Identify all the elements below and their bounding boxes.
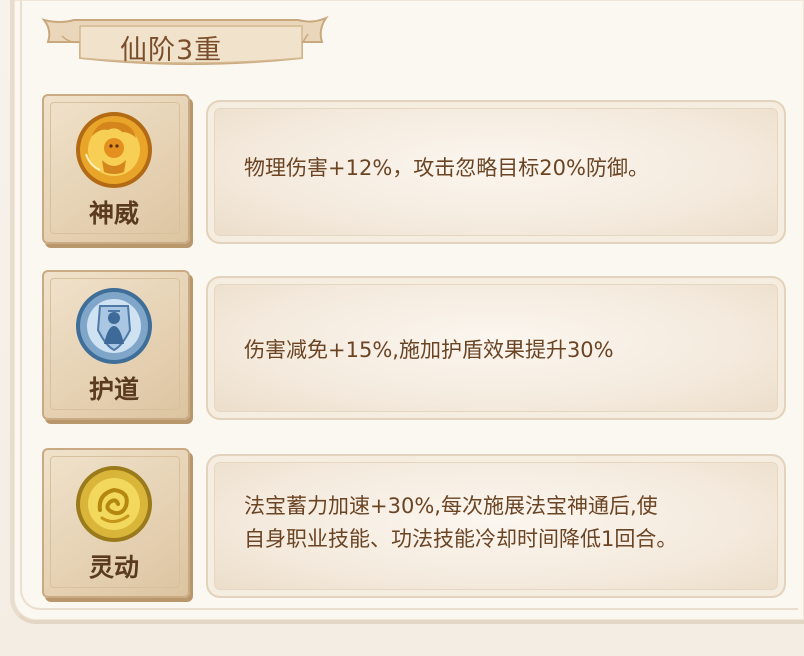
blue-shield-guardian-icon: [76, 288, 152, 364]
skill-name: 护道: [88, 375, 139, 404]
skill-card[interactable]: 神威: [42, 94, 190, 244]
skill-description-line: 物理伤害+12%，攻击忽略目标20%防御。: [244, 156, 649, 180]
skill-description-box: 法宝蓄力加速+30%,每次施展法宝神通后,使 自身职业技能、功法技能冷却时间降低…: [206, 454, 786, 598]
skill-card[interactable]: 灵动: [42, 448, 190, 598]
skill-name: 神威: [88, 199, 139, 228]
skill-name: 灵动: [88, 553, 139, 582]
skill-description-line: 伤害减免+15%,施加护盾效果提升30%: [244, 338, 614, 362]
golden-dragon-emblem-icon: [76, 112, 152, 188]
skill-row-lingdong[interactable]: 灵动 法宝蓄力加速+30%,每次施展法宝神通后,使 自身职业技能、功法技能冷却时…: [42, 448, 786, 598]
skill-description-box: 伤害减免+15%,施加护盾效果提升30%: [206, 276, 786, 420]
skill-panel-page: 仙阶3重 神威 物理伤害+12%，攻击忽略目标20%防御。 护道 伤害减免+15…: [0, 0, 804, 656]
skill-row-hudao[interactable]: 护道 伤害减免+15%,施加护盾效果提升30%: [42, 270, 786, 420]
skill-card[interactable]: 护道: [42, 270, 190, 420]
golden-swirl-orb-icon: [76, 466, 152, 542]
skill-description-line: 法宝蓄力加速+30%,每次施展法宝神通后,使: [244, 494, 658, 518]
page-title: 仙阶3重: [120, 35, 223, 66]
title-ribbon: 仙阶3重: [40, 14, 330, 74]
skill-description-box: 物理伤害+12%，攻击忽略目标20%防御。: [206, 100, 786, 244]
skill-description-line: 自身职业技能、功法技能冷却时间降低1回合。: [244, 527, 678, 551]
skill-row-shenwei[interactable]: 神威 物理伤害+12%，攻击忽略目标20%防御。: [42, 94, 786, 244]
